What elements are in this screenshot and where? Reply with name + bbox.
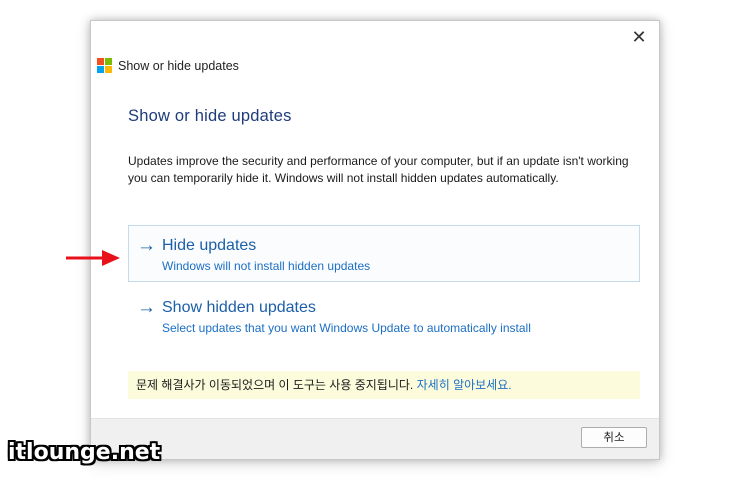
watermark-text: itlounge.net bbox=[8, 440, 161, 465]
show-hide-updates-dialog: ✕ Show or hide updates Show or hide upda… bbox=[90, 20, 660, 460]
windows-logo-icon bbox=[97, 58, 112, 73]
annotation-arrow-icon bbox=[66, 250, 120, 266]
hide-updates-title[interactable]: Hide updates bbox=[162, 237, 256, 255]
titlebar: Show or hide updates bbox=[97, 58, 239, 73]
arrow-right-icon: → bbox=[137, 235, 156, 256]
description-text: Updates improve the security and perform… bbox=[128, 154, 629, 185]
page-heading: Show or hide updates bbox=[128, 107, 292, 125]
show-hidden-updates-title[interactable]: Show hidden updates bbox=[162, 299, 316, 317]
notice-text: 문제 해결사가 이동되었으며 이 도구는 사용 중지됩니다. bbox=[136, 378, 417, 392]
troubleshooter-notice: 문제 해결사가 이동되었으며 이 도구는 사용 중지됩니다. 자세히 알아보세요… bbox=[128, 371, 640, 399]
window-title: Show or hide updates bbox=[118, 58, 239, 73]
hide-updates-option[interactable]: → Hide updates Windows will not install … bbox=[128, 225, 640, 282]
show-hidden-updates-option[interactable]: → Show hidden updates Select updates tha… bbox=[128, 287, 640, 344]
learn-more-link[interactable]: 자세히 알아보세요. bbox=[417, 378, 512, 392]
dialog-footer: 취소 bbox=[91, 418, 659, 459]
arrow-right-icon: → bbox=[137, 297, 156, 318]
cancel-button[interactable]: 취소 bbox=[581, 427, 647, 448]
close-button[interactable]: ✕ bbox=[627, 27, 651, 47]
show-hidden-updates-subtitle: Select updates that you want Windows Upd… bbox=[162, 321, 531, 335]
hide-updates-subtitle: Windows will not install hidden updates bbox=[162, 259, 371, 273]
